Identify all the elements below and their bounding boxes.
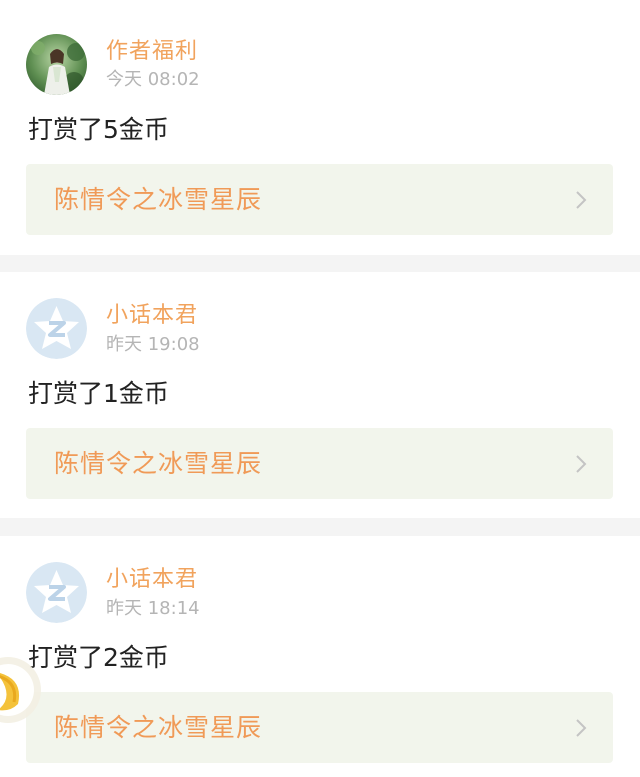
chevron-right-icon xyxy=(576,191,587,209)
chevron-right-icon xyxy=(576,455,587,473)
reward-text: 打赏了2金币 xyxy=(28,643,169,672)
avatar[interactable] xyxy=(26,34,87,95)
book-link[interactable]: 陈情令之冰雪星辰 xyxy=(26,692,613,763)
timestamp: 昨天 18:14 xyxy=(106,598,200,619)
floating-moon-icon[interactable] xyxy=(0,652,42,728)
book-link[interactable]: 陈情令之冰雪星辰 xyxy=(26,428,613,499)
chevron-right-icon xyxy=(576,719,587,737)
reward-text: 打赏了5金币 xyxy=(28,115,169,144)
book-link[interactable]: 陈情令之冰雪星辰 xyxy=(26,164,613,235)
feed-item: 小话本君 昨天 18:14 打赏了2金币 陈情令之冰雪星辰 xyxy=(0,536,640,777)
feed-item: 作者福利 今天 08:02 打赏了5金币 陈情令之冰雪星辰 xyxy=(0,0,640,255)
book-title: 陈情令之冰雪星辰 xyxy=(54,185,263,214)
book-title: 陈情令之冰雪星辰 xyxy=(54,449,263,478)
reward-feed: 作者福利 今天 08:02 打赏了5金币 陈情令之冰雪星辰 小话本君 昨天 19… xyxy=(0,0,640,777)
reward-text: 打赏了1金币 xyxy=(28,379,169,408)
user-name[interactable]: 作者福利 xyxy=(106,38,198,66)
avatar[interactable] xyxy=(26,298,87,359)
avatar[interactable] xyxy=(26,562,87,623)
timestamp: 今天 08:02 xyxy=(106,69,200,90)
feed-item: 小话本君 昨天 19:08 打赏了1金币 陈情令之冰雪星辰 xyxy=(0,272,640,518)
user-name[interactable]: 小话本君 xyxy=(106,566,198,594)
user-name[interactable]: 小话本君 xyxy=(106,302,198,330)
timestamp: 昨天 19:08 xyxy=(106,334,200,355)
book-title: 陈情令之冰雪星辰 xyxy=(54,713,263,742)
